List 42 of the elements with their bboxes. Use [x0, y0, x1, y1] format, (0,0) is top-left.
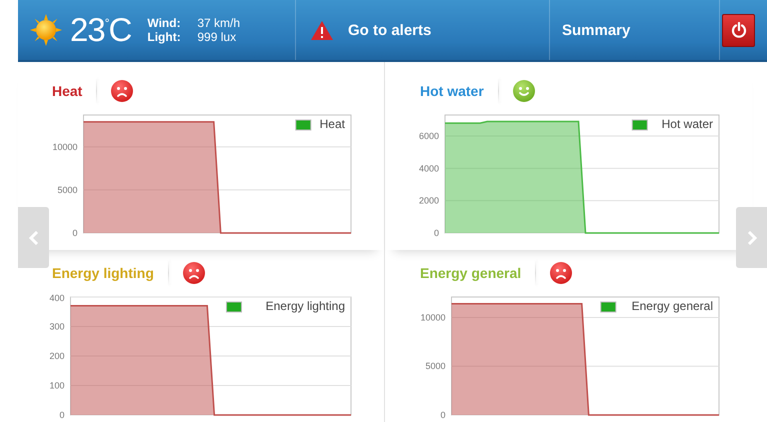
- legend-swatch-icon: [295, 120, 312, 130]
- axis-label: 0: [59, 410, 64, 420]
- power-icon: [730, 22, 746, 38]
- reading-label: Light:: [147, 30, 182, 44]
- legend-label: Hot water: [662, 117, 713, 131]
- legend-swatch-icon: [226, 302, 242, 312]
- temperature-text: 23$^{°}$C: [70, 11, 132, 49]
- axis-label: 5000: [57, 184, 78, 195]
- chevron-right-icon: [746, 230, 756, 244]
- axis-label: 10000: [420, 312, 446, 322]
- warning-icon: [311, 20, 333, 40]
- summary-button[interactable]: Summary: [562, 22, 630, 38]
- chevron-left-icon: [28, 230, 38, 244]
- axis-label: 0: [434, 228, 439, 238]
- axis-label: 4000: [418, 163, 439, 174]
- panel-title: Hot water: [420, 83, 484, 99]
- sun-icon: [30, 14, 62, 46]
- panel-title: Heat: [52, 83, 82, 99]
- axis-label: 400: [49, 293, 64, 303]
- axis-label: 6000: [418, 131, 439, 142]
- axis-label: 200: [49, 351, 64, 361]
- alerts-button[interactable]: Go to alerts: [311, 20, 432, 40]
- axis-label: 300: [49, 322, 64, 332]
- legend-label: Energy lighting: [266, 299, 345, 313]
- axis-label: 100: [49, 380, 64, 390]
- axis-label: 10000: [52, 142, 78, 152]
- axis-label: 0: [72, 228, 78, 238]
- panel-title: Energy general: [420, 265, 522, 281]
- legend-swatch-icon: [632, 120, 648, 130]
- next-button[interactable]: [736, 207, 767, 268]
- legend-label: Energy general: [632, 299, 713, 313]
- axis-label: 0: [440, 410, 446, 420]
- legend-label: Heat: [320, 117, 345, 131]
- axis-label: 2000: [418, 196, 439, 206]
- previous-button[interactable]: [18, 207, 49, 268]
- reading-value: 999 lux: [197, 30, 238, 44]
- axis-label: 5000: [425, 361, 446, 372]
- legend-swatch-icon: [600, 302, 616, 312]
- power-button[interactable]: [722, 14, 755, 46]
- panel-title: Energy lighting: [52, 265, 154, 281]
- reading-value: 37 km/h: [197, 16, 240, 30]
- reading-label: Wind:: [147, 16, 182, 30]
